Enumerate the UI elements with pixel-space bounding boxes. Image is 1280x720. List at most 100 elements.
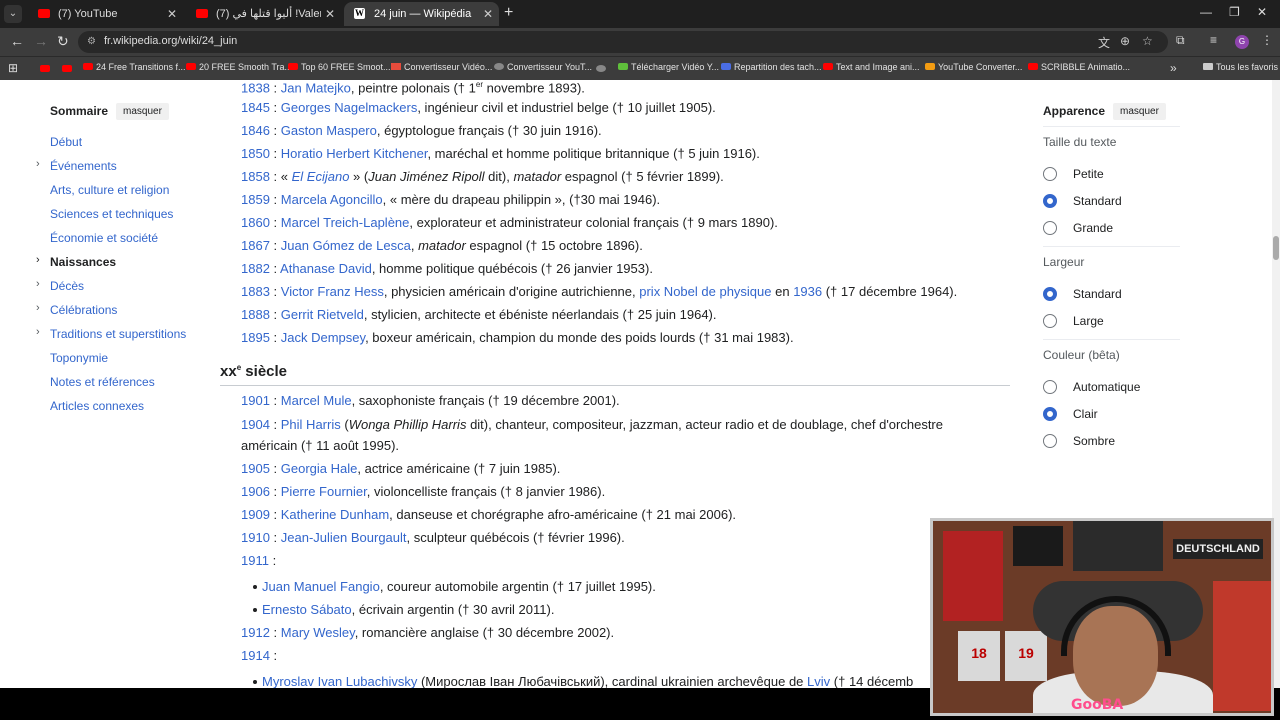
- person-link[interactable]: Athanase David: [280, 261, 372, 276]
- restore-icon[interactable]: ❐: [1229, 5, 1240, 19]
- scrollbar-thumb[interactable]: [1273, 236, 1279, 260]
- tab-youtube-video[interactable]: (7) أليوا قتلها في !Valentin الـ - Yo ✕: [186, 2, 341, 26]
- chevron-right-icon[interactable]: ›: [36, 302, 40, 314]
- year-link[interactable]: 1901: [241, 393, 270, 408]
- person-link[interactable]: Juan Gómez de Lesca: [281, 238, 411, 253]
- radio-color-light[interactable]: [1043, 407, 1057, 421]
- radio-text-petite[interactable]: [1043, 167, 1057, 181]
- bookmark-item[interactable]: Top 60 FREE Smoot...: [288, 62, 391, 72]
- year-link[interactable]: 1883: [241, 284, 270, 299]
- appearance-hide-button[interactable]: masquer: [1113, 103, 1166, 120]
- person-link[interactable]: Jack Dempsey: [281, 330, 365, 345]
- person-link[interactable]: Mary Wesley: [281, 625, 355, 640]
- person-link[interactable]: Katherine Dunham: [281, 507, 389, 522]
- radio-color-dark[interactable]: [1043, 434, 1057, 448]
- person-link[interactable]: Ernesto Sábato: [262, 602, 352, 617]
- zoom-icon[interactable]: ⊕: [1120, 34, 1130, 48]
- person-link[interactable]: Jean-Julien Bourgault: [281, 530, 407, 545]
- person-link[interactable]: Victor Franz Hess: [281, 284, 384, 299]
- bookmark-item[interactable]: Convertisseur Vidéo...: [391, 62, 492, 72]
- person-link[interactable]: Myroslav Ivan Lubachivsky: [262, 674, 417, 688]
- person-link[interactable]: Horatio Herbert Kitchener: [281, 146, 428, 161]
- person-link[interactable]: Georgia Hale: [281, 461, 358, 476]
- city-link[interactable]: Lviv: [807, 674, 830, 688]
- address-bar[interactable]: ⚙ fr.wikipedia.org/wiki/24_juin 文 ⊕ ☆: [78, 31, 1168, 53]
- close-tab-icon[interactable]: ✕: [167, 2, 177, 26]
- bookmark-star-icon[interactable]: ☆: [1142, 34, 1153, 48]
- reload-icon[interactable]: ↻: [57, 33, 69, 50]
- person-link[interactable]: Gaston Maspero: [281, 123, 377, 138]
- year-link[interactable]: 1882: [241, 261, 270, 276]
- year-link[interactable]: 1858: [241, 169, 270, 184]
- bookmark-item[interactable]: Télécharger Vidéo Y...: [618, 62, 719, 72]
- person-link[interactable]: Georges Nagelmackers: [281, 100, 418, 115]
- bookmark-item[interactable]: Repartition des tach...: [721, 62, 822, 72]
- chevron-right-icon[interactable]: ›: [36, 278, 40, 290]
- bookmark-youtube-icon[interactable]: [40, 65, 50, 72]
- person-link[interactable]: Pierre Fournier: [281, 484, 367, 499]
- person-link[interactable]: Jan Matejko: [281, 80, 351, 95]
- chevron-right-icon[interactable]: ›: [36, 254, 40, 266]
- toc-item-economie[interactable]: Économie et société: [50, 231, 158, 245]
- person-link[interactable]: Marcel Mule: [281, 393, 352, 408]
- year-link[interactable]: 1906: [241, 484, 270, 499]
- year-link[interactable]: 1909: [241, 507, 270, 522]
- person-link[interactable]: Marcel Treich-Laplène: [281, 215, 410, 230]
- year-link[interactable]: 1910: [241, 530, 270, 545]
- bookmark-globe-icon[interactable]: [596, 65, 606, 72]
- radio-text-standard[interactable]: [1043, 194, 1057, 208]
- forward-icon[interactable]: →: [34, 33, 48, 49]
- tab-youtube[interactable]: (7) YouTube ✕: [28, 2, 183, 26]
- toc-item-debut[interactable]: Début: [50, 135, 82, 149]
- person-link[interactable]: Marcela Agoncillo: [281, 192, 383, 207]
- toc-item-traditions[interactable]: Traditions et superstitions: [50, 327, 186, 341]
- toc-item-articles-connexes[interactable]: Articles connexes: [50, 399, 144, 413]
- year-link[interactable]: 1850: [241, 146, 270, 161]
- toc-item-sciences[interactable]: Sciences et techniques: [50, 207, 173, 221]
- bookmark-youtube-icon[interactable]: [62, 65, 72, 72]
- bookmark-item[interactable]: SCRIBBLE Animatio...: [1028, 62, 1130, 72]
- toc-item-evenements[interactable]: Événements: [50, 159, 117, 173]
- close-window-icon[interactable]: ✕: [1257, 5, 1267, 19]
- media-icon[interactable]: ≡: [1210, 33, 1217, 47]
- chevron-right-icon[interactable]: ›: [36, 158, 40, 170]
- year-link[interactable]: 1895: [241, 330, 270, 345]
- radio-width-standard[interactable]: [1043, 287, 1057, 301]
- year-link[interactable]: 1904: [241, 417, 270, 432]
- radio-color-auto[interactable]: [1043, 380, 1057, 394]
- year-link[interactable]: 1936: [793, 284, 822, 299]
- person-link[interactable]: Gerrit Rietveld: [281, 307, 364, 322]
- year-link[interactable]: 1888: [241, 307, 270, 322]
- year-link[interactable]: 1911: [241, 553, 269, 568]
- tab-search-icon[interactable]: ⌄: [4, 5, 22, 23]
- toc-item-celebrations[interactable]: Célébrations: [50, 303, 117, 317]
- year-link[interactable]: 1905: [241, 461, 270, 476]
- toc-item-naissances[interactable]: Naissances: [50, 255, 116, 269]
- year-link[interactable]: 1912: [241, 625, 270, 640]
- prize-link[interactable]: prix Nobel de physique: [639, 284, 771, 299]
- extensions-icon[interactable]: ⧉: [1176, 33, 1185, 48]
- close-tab-icon[interactable]: ✕: [325, 2, 335, 26]
- year-link[interactable]: 1846: [241, 123, 270, 138]
- toc-item-deces[interactable]: Décès: [50, 279, 84, 293]
- site-info-icon[interactable]: ⚙: [87, 36, 96, 47]
- person-link[interactable]: Phil Harris: [281, 417, 341, 432]
- new-tab-icon[interactable]: +: [504, 4, 513, 22]
- bookmark-item[interactable]: 20 FREE Smooth Tra...: [186, 62, 292, 72]
- year-link[interactable]: 1859: [241, 192, 270, 207]
- bookmark-item[interactable]: YouTube Converter...: [925, 62, 1022, 72]
- apps-icon[interactable]: ⊞: [8, 61, 18, 75]
- year-link[interactable]: 1845: [241, 100, 270, 115]
- year-link[interactable]: 1914: [241, 648, 270, 663]
- person-link[interactable]: El Ecijano: [292, 169, 350, 184]
- chevron-right-icon[interactable]: ›: [36, 326, 40, 338]
- bookmark-item[interactable]: 24 Free Transitions f...: [83, 62, 186, 72]
- menu-icon[interactable]: ⋮: [1261, 33, 1273, 47]
- year-link[interactable]: 1838: [241, 80, 270, 95]
- minimize-icon[interactable]: —: [1200, 5, 1212, 19]
- toc-item-notes[interactable]: Notes et références: [50, 375, 155, 389]
- close-tab-icon[interactable]: ✕: [483, 2, 493, 26]
- toc-item-arts[interactable]: Arts, culture et religion: [50, 183, 169, 197]
- radio-text-grande[interactable]: [1043, 221, 1057, 235]
- all-bookmarks[interactable]: Tous les favoris: [1203, 62, 1278, 72]
